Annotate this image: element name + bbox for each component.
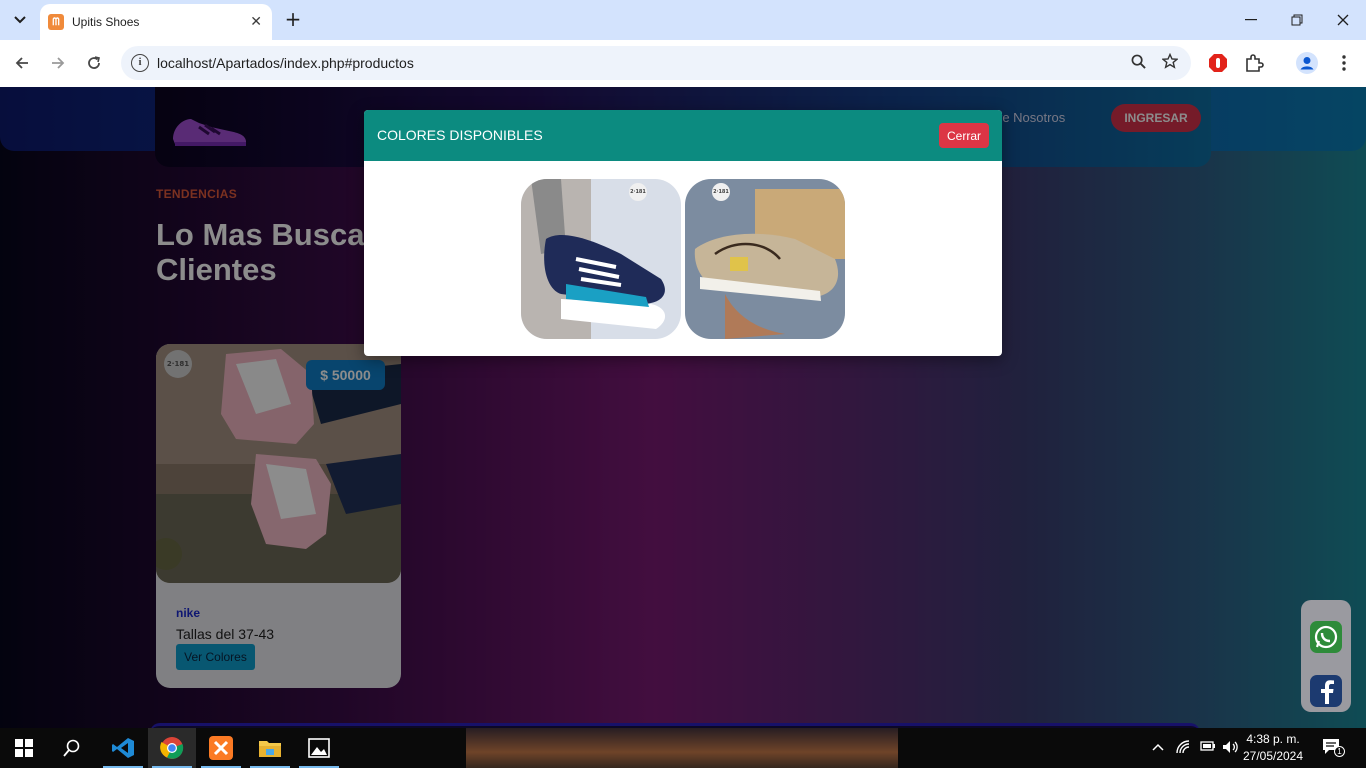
- search-button[interactable]: [48, 728, 96, 768]
- bookmark-star-icon[interactable]: [1159, 52, 1181, 73]
- address-bar[interactable]: i localhost/Apartados/index.php#producto…: [121, 46, 1191, 80]
- minimize-button[interactable]: [1229, 6, 1273, 34]
- reload-button[interactable]: [81, 50, 107, 76]
- windows-taskbar: 4:38 p. m. 27/05/2024 1: [0, 728, 1366, 768]
- taskbar-photos[interactable]: [295, 728, 343, 768]
- back-button[interactable]: [9, 50, 35, 76]
- arrow-right-icon: [52, 57, 65, 69]
- restore-icon: [1291, 14, 1303, 26]
- tab-title: Upitis Shoes: [72, 15, 140, 29]
- option-badge: 2·181: [629, 183, 647, 201]
- modal-title: COLORES DISPONIBLES: [377, 127, 543, 143]
- browser-menu-icon[interactable]: [1333, 52, 1355, 74]
- start-button[interactable]: [0, 728, 48, 768]
- facebook-icon[interactable]: [1310, 675, 1342, 707]
- xampp-icon: [209, 736, 233, 760]
- chevron-down-icon: [14, 16, 26, 24]
- taskbar-chrome[interactable]: [148, 728, 196, 768]
- whatsapp-icon[interactable]: [1310, 621, 1342, 653]
- modal-header: COLORES DISPONIBLES Cerrar: [364, 110, 1002, 161]
- notification-count: 1: [1334, 746, 1345, 757]
- search-icon: [63, 739, 80, 757]
- chrome-icon: [160, 737, 184, 759]
- extensions-puzzle-icon[interactable]: [1243, 52, 1265, 74]
- close-window-button[interactable]: [1321, 6, 1365, 34]
- adblock-extension-icon[interactable]: [1207, 52, 1229, 74]
- tab-close-icon[interactable]: ✕: [250, 14, 262, 30]
- windows-logo-icon: [15, 739, 33, 757]
- new-tab-button[interactable]: +: [282, 8, 304, 30]
- social-floating-bar: [1301, 600, 1351, 712]
- clock-date: 27/05/2024: [1242, 749, 1304, 763]
- xampp-icon: ᗰ: [48, 14, 64, 30]
- color-option-1[interactable]: 2·181: [521, 179, 681, 339]
- tab-strip: ᗰ Upitis Shoes ✕ +: [0, 0, 1366, 40]
- forward-button[interactable]: [45, 50, 71, 76]
- option-badge: 2·181: [712, 183, 730, 201]
- url-text[interactable]: localhost/Apartados/index.php#productos: [157, 55, 1127, 71]
- chevron-up-icon[interactable]: [1152, 740, 1164, 755]
- color-option-2[interactable]: 2·181: [685, 179, 845, 339]
- taskbar-xampp[interactable]: [197, 728, 245, 768]
- arrow-left-icon: [15, 57, 28, 69]
- site-info-icon[interactable]: i: [131, 54, 149, 72]
- profile-avatar-icon[interactable]: [1296, 52, 1318, 74]
- tab-search-button[interactable]: [8, 8, 32, 32]
- browser-toolbar: i localhost/Apartados/index.php#producto…: [0, 40, 1366, 87]
- close-icon: [1337, 14, 1349, 26]
- restore-button[interactable]: [1275, 6, 1319, 34]
- clock-time: 4:38 p. m.: [1246, 732, 1300, 746]
- vscode-icon: [112, 738, 134, 758]
- folder-icon: [259, 741, 281, 757]
- reload-icon: [88, 56, 100, 69]
- browser-tab[interactable]: ᗰ Upitis Shoes ✕: [40, 4, 272, 40]
- colors-modal: COLORES DISPONIBLES Cerrar 2·181 2·181: [364, 110, 1002, 356]
- system-clock[interactable]: 4:38 p. m. 27/05/2024: [1240, 731, 1306, 765]
- taskbar-file-explorer[interactable]: [246, 728, 294, 768]
- close-modal-button[interactable]: Cerrar: [939, 123, 989, 148]
- battery-icon[interactable]: [1200, 740, 1216, 756]
- notification-center-button[interactable]: 1: [1322, 738, 1346, 758]
- volume-icon[interactable]: [1222, 740, 1240, 758]
- taskbar-vscode[interactable]: [99, 728, 147, 768]
- network-icon[interactable]: [1176, 740, 1192, 758]
- photos-icon: [308, 738, 330, 758]
- taskbar-thumbnail: [466, 728, 898, 768]
- minimize-icon: [1245, 19, 1257, 21]
- zoom-icon[interactable]: [1127, 54, 1149, 73]
